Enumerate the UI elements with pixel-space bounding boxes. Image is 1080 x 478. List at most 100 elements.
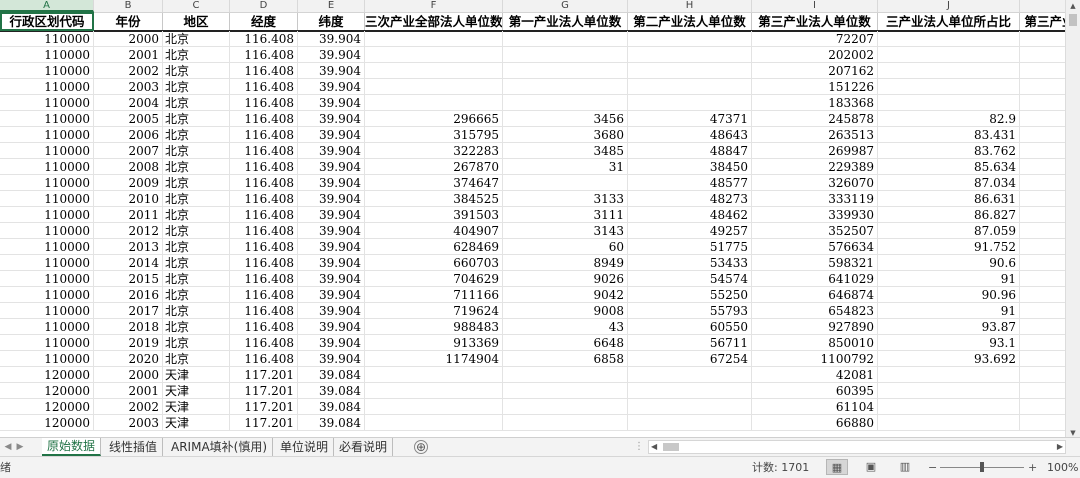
- cell-tertiary-share[interactable]: [878, 63, 1020, 79]
- header-cell-latitude[interactable]: 纬度: [298, 13, 365, 30]
- cell-tertiary-units[interactable]: 598321: [752, 255, 878, 271]
- cell-secondary-units[interactable]: 55250: [628, 287, 752, 303]
- cell-year[interactable]: 2002: [94, 63, 163, 79]
- cell-year[interactable]: 2000: [94, 367, 163, 383]
- cell-longitude[interactable]: 116.408: [230, 207, 298, 223]
- cell-secondary-units[interactable]: 48847: [628, 143, 752, 159]
- cell-latitude[interactable]: 39.904: [298, 319, 365, 335]
- cell-secondary-units[interactable]: 48462: [628, 207, 752, 223]
- column-letter[interactable]: J: [878, 0, 1020, 12]
- cell-latitude[interactable]: 39.084: [298, 367, 365, 383]
- cell-longitude[interactable]: 116.408: [230, 191, 298, 207]
- cell-primary-units[interactable]: 6858: [503, 351, 628, 367]
- cell-tertiary-units[interactable]: 207162: [752, 63, 878, 79]
- column-letter[interactable]: C: [163, 0, 230, 12]
- cell-admin-code[interactable]: 110000: [0, 111, 94, 127]
- cell-total-units[interactable]: 374647: [365, 175, 503, 191]
- cell-longitude[interactable]: 116.408: [230, 319, 298, 335]
- header-cell-admin-code[interactable]: 行政区划代码: [0, 12, 94, 31]
- header-cell-longitude[interactable]: 经度: [230, 13, 298, 30]
- cell-tertiary-units[interactable]: 61104: [752, 399, 878, 415]
- cell-total-units[interactable]: 267870: [365, 159, 503, 175]
- scroll-right-icon[interactable]: ▶: [1057, 441, 1063, 453]
- cell-primary-units[interactable]: 31: [503, 159, 628, 175]
- cell-latitude[interactable]: 39.084: [298, 415, 365, 431]
- cell-admin-code[interactable]: 110000: [0, 159, 94, 175]
- cell-region[interactable]: 北京: [163, 111, 230, 127]
- cell-admin-code[interactable]: 110000: [0, 191, 94, 207]
- cell-tertiary-units[interactable]: 641029: [752, 271, 878, 287]
- cell-region[interactable]: 北京: [163, 127, 230, 143]
- cell-longitude[interactable]: 116.408: [230, 159, 298, 175]
- cell-latitude[interactable]: 39.904: [298, 143, 365, 159]
- cell-admin-code[interactable]: 110000: [0, 79, 94, 95]
- zoom-level[interactable]: 100%: [1047, 457, 1078, 478]
- cell-year[interactable]: 2003: [94, 79, 163, 95]
- cell-tertiary-share[interactable]: 93.1: [878, 335, 1020, 351]
- header-cell-secondary-units[interactable]: 第二产业法人单位数: [628, 13, 752, 30]
- header-cell-primary-units[interactable]: 第一产业法人单位数: [503, 13, 628, 30]
- header-cell-year[interactable]: 年份: [94, 13, 163, 30]
- cell-year[interactable]: 2000: [94, 31, 163, 47]
- cell-total-units[interactable]: 913369: [365, 335, 503, 351]
- cell-latitude[interactable]: 39.904: [298, 63, 365, 79]
- cell-longitude[interactable]: 116.408: [230, 31, 298, 47]
- column-letter[interactable]: H: [628, 0, 752, 12]
- cell-admin-code[interactable]: 110000: [0, 207, 94, 223]
- cell-longitude[interactable]: 116.408: [230, 303, 298, 319]
- cell-tertiary-share[interactable]: 87.034: [878, 175, 1020, 191]
- cell-longitude[interactable]: 116.408: [230, 111, 298, 127]
- cell-tertiary-units[interactable]: 151226: [752, 79, 878, 95]
- cell-secondary-units[interactable]: 48273: [628, 191, 752, 207]
- cell-year[interactable]: 2017: [94, 303, 163, 319]
- cell-longitude[interactable]: 116.408: [230, 143, 298, 159]
- cell-region[interactable]: 北京: [163, 191, 230, 207]
- cell-total-units[interactable]: [365, 383, 503, 399]
- column-letter[interactable]: B: [94, 0, 163, 12]
- cell-admin-code[interactable]: 120000: [0, 383, 94, 399]
- cell-year[interactable]: 2001: [94, 47, 163, 63]
- cell-year[interactable]: 2005: [94, 111, 163, 127]
- cell-tertiary-units[interactable]: 202002: [752, 47, 878, 63]
- column-letter[interactable]: G: [503, 0, 628, 12]
- cell-admin-code[interactable]: 110000: [0, 31, 94, 47]
- cell-latitude[interactable]: 39.904: [298, 223, 365, 239]
- cell-primary-units[interactable]: 3111: [503, 207, 628, 223]
- cell-admin-code[interactable]: 110000: [0, 271, 94, 287]
- cell-primary-units[interactable]: [503, 383, 628, 399]
- cell-latitude[interactable]: 39.084: [298, 399, 365, 415]
- cell-longitude[interactable]: 116.408: [230, 255, 298, 271]
- cell-tertiary-share[interactable]: [878, 47, 1020, 63]
- cell-tertiary-share[interactable]: 90.96: [878, 287, 1020, 303]
- cell-primary-units[interactable]: 9008: [503, 303, 628, 319]
- cell-primary-units[interactable]: [503, 79, 628, 95]
- cell-primary-units[interactable]: [503, 399, 628, 415]
- cell-total-units[interactable]: 1174904: [365, 351, 503, 367]
- cell-total-units[interactable]: 711166: [365, 287, 503, 303]
- cell-total-units[interactable]: [365, 31, 503, 47]
- cell-secondary-units[interactable]: 55793: [628, 303, 752, 319]
- cell-longitude[interactable]: 116.408: [230, 271, 298, 287]
- cell-latitude[interactable]: 39.904: [298, 31, 365, 47]
- tab-arima-fill[interactable]: ARIMA填补(慎用): [166, 438, 274, 456]
- cell-latitude[interactable]: 39.904: [298, 351, 365, 367]
- cell-tertiary-share[interactable]: 91.752: [878, 239, 1020, 255]
- header-cell-region[interactable]: 地区: [163, 13, 230, 30]
- cell-secondary-units[interactable]: [628, 415, 752, 431]
- cell-tertiary-share[interactable]: [878, 383, 1020, 399]
- cell-region[interactable]: 北京: [163, 159, 230, 175]
- cell-year[interactable]: 2001: [94, 383, 163, 399]
- tab-raw-data[interactable]: 原始数据: [42, 438, 102, 456]
- cell-total-units[interactable]: [365, 47, 503, 63]
- cell-primary-units[interactable]: 60: [503, 239, 628, 255]
- add-sheet-icon[interactable]: ⊕: [414, 440, 428, 454]
- cell-admin-code[interactable]: 110000: [0, 223, 94, 239]
- cell-year[interactable]: 2002: [94, 399, 163, 415]
- horizontal-scrollbar[interactable]: ◀ ▶: [648, 440, 1066, 454]
- cell-year[interactable]: 2003: [94, 415, 163, 431]
- cell-tertiary-share[interactable]: [878, 367, 1020, 383]
- cell-tertiary-share[interactable]: [878, 95, 1020, 111]
- cell-primary-units[interactable]: 3680: [503, 127, 628, 143]
- cell-longitude[interactable]: 117.201: [230, 383, 298, 399]
- column-letter[interactable]: A: [0, 0, 94, 12]
